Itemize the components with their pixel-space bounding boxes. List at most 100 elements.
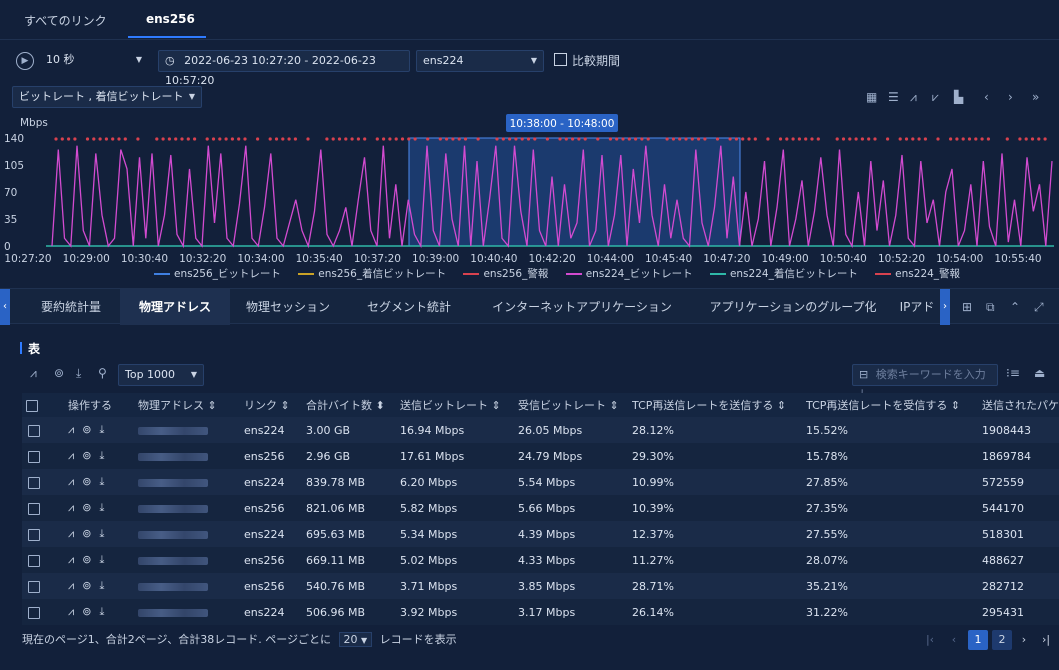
page-size-select[interactable]: 20 ▼ (338, 632, 373, 647)
row-checkbox[interactable] (28, 554, 40, 567)
bar-chart-icon[interactable]: ▙ (954, 90, 963, 104)
legend-item[interactable]: ens224_ビットレート (565, 266, 693, 281)
search-target-icon[interactable]: ⊚ (82, 475, 91, 488)
collapse-icon[interactable]: » (1032, 90, 1039, 104)
download-icon[interactable]: ⤓ (99, 501, 104, 514)
compare-checkbox[interactable] (554, 53, 567, 66)
table-row[interactable]: ⩘ ⊚ ⤓ ens256 821.06 MB 5.82 Mbps 5.66 Mbps 10.3… (22, 495, 1059, 521)
download-icon[interactable]: ⤓ (99, 553, 104, 566)
legend-item[interactable]: ens256_ビットレート (154, 266, 281, 281)
table-row[interactable]: ⩘ ⊚ ⤓ ens224 695.63 MB 5.34 Mbps 4.39 Mbps 12.3… (22, 521, 1059, 547)
next-icon[interactable]: › (1008, 90, 1013, 104)
tab-internet-apps[interactable]: インターネットアプリケーション (472, 289, 692, 325)
table-row[interactable]: ⩘ ⊚ ⤓ ens224 839.78 MB 6.20 Mbps 5.54 Mbps 10.9… (22, 469, 1059, 495)
chart-icon[interactable]: ⩘ (68, 605, 74, 618)
link-select[interactable]: ens224 ▼ (416, 50, 544, 72)
tab-ens256[interactable]: ens256 (146, 12, 195, 26)
chart-icon[interactable]: ⩘ (68, 449, 74, 462)
search-input[interactable]: ⊟ 検索キーワードを入力し (852, 364, 998, 401)
download-icon[interactable]: ⤓ (99, 579, 104, 592)
legend-item[interactable]: ens224_着信ビットレート (709, 266, 858, 281)
chart-icon[interactable]: ⩘ (68, 475, 74, 488)
chart-icon[interactable]: ⩘ (68, 423, 74, 436)
download-icon[interactable]: ⤓ (99, 527, 104, 540)
grid-icon[interactable]: ⊞ (962, 300, 972, 314)
row-checkbox[interactable] (28, 424, 40, 437)
table-row[interactable]: ⩘ ⊚ ⤓ ens256 2.96 GB 17.61 Mbps 24.79 Mbps 29.3… (22, 443, 1059, 469)
legend-item[interactable]: ens256_着信ビットレート (298, 266, 446, 281)
collapse-up-icon[interactable]: ⌃ (1010, 300, 1020, 314)
col-header[interactable]: TCP再送信レートを送信する ⇕ (632, 393, 806, 417)
download-icon[interactable]: ⤓ (99, 423, 104, 436)
download-icon[interactable]: ⤓ (99, 475, 104, 488)
prev-icon[interactable]: ‹ (984, 90, 989, 104)
page-button[interactable]: 1 (968, 630, 988, 650)
time-range-picker[interactable]: ◷ 2022-06-23 10:27:20 - 2022-06-23 10:57… (158, 50, 410, 87)
chart-icon[interactable]: ⩘ (68, 579, 74, 592)
row-checkbox[interactable] (28, 580, 40, 593)
chart-icon[interactable]: ⩘ (68, 527, 74, 540)
search-icon[interactable]: ⚲ (98, 366, 107, 380)
chart-icon[interactable]: ⩘ (68, 501, 74, 514)
tab-ip-address[interactable]: IPアド (894, 289, 940, 325)
row-checkbox[interactable] (28, 476, 40, 489)
tab-app-grouping[interactable]: アプリケーションのグループ化 (692, 289, 894, 325)
chevron-left-icon[interactable]: ‹ (0, 289, 10, 325)
tab-segment-stats[interactable]: セグメント統計 (346, 289, 472, 325)
tab-physical-address[interactable]: 物理アドレス (120, 289, 230, 325)
interval-select[interactable]: 10 秒 ▼ (40, 50, 148, 72)
chevron-right-icon[interactable]: › (940, 289, 950, 325)
last-page-icon[interactable]: ›| (1036, 630, 1056, 650)
row-checkbox[interactable] (28, 606, 40, 619)
table-row[interactable]: ⩘ ⊚ ⤓ ens224 506.96 MB 3.92 Mbps 3.17 Mbps 26.1… (22, 599, 1059, 625)
table-row[interactable]: ⩘ ⊚ ⤓ ens224 3.00 GB 16.94 Mbps 26.05 Mbps 28.1… (22, 417, 1059, 443)
download-icon[interactable]: ⤓ (76, 366, 81, 381)
legend-item[interactable]: ens256_警報 (463, 266, 548, 281)
bitrate-chart[interactable]: Mbps 0 35 70 105 140 10:38:00 - 10:48:00 10:27:… (0, 112, 1059, 284)
row-checkbox[interactable] (28, 528, 40, 541)
legend-item[interactable]: ens224_警報 (875, 266, 960, 281)
search-target-icon[interactable]: ⊚ (54, 366, 64, 380)
chart-icon[interactable]: ⩘ (68, 553, 74, 566)
search-target-icon[interactable]: ⊚ (82, 553, 91, 566)
top-n-select[interactable]: Top 1000 ▼ (118, 364, 204, 386)
row-checkbox[interactable] (28, 450, 40, 463)
expand-icon[interactable]: ⤢ (1034, 300, 1044, 315)
export-icon[interactable]: ⏏ (1034, 366, 1045, 380)
col-header[interactable]: 合計バイト数 ⬍ (306, 393, 400, 417)
table-row[interactable]: ⩘ ⊚ ⤓ ens256 540.76 MB 3.71 Mbps 3.85 Mbps 28.7… (22, 573, 1059, 599)
select-all-checkbox[interactable] (26, 399, 38, 412)
metrics-select[interactable]: ビットレート , 着信ビットレート ▼ (12, 86, 202, 108)
search-target-icon[interactable]: ⊚ (82, 449, 91, 462)
list-icon[interactable]: ☰ (888, 90, 899, 104)
tab-all-links[interactable]: すべてのリンク (24, 12, 107, 29)
col-header[interactable]: リンク ⇕ (244, 393, 306, 417)
download-icon[interactable]: ⤓ (99, 449, 104, 462)
search-target-icon[interactable]: ⊚ (82, 527, 91, 540)
row-checkbox[interactable] (28, 502, 40, 515)
chart-icon[interactable]: ⩘ (30, 366, 37, 381)
search-target-icon[interactable]: ⊚ (82, 501, 91, 514)
next-page-icon[interactable]: › (1014, 630, 1034, 650)
table-row[interactable]: ⩘ ⊚ ⤓ ens256 669.11 MB 5.02 Mbps 4.33 Mbps 11.2… (22, 547, 1059, 573)
play-icon[interactable]: ▶ (16, 52, 34, 70)
line-chart-icon[interactable]: ⩘ (910, 90, 917, 105)
download-icon[interactable]: ⤓ (99, 605, 104, 618)
col-header[interactable]: 物理アドレス ⇕ (138, 393, 244, 417)
tab-summary-stats[interactable]: 要約統計量 (22, 289, 120, 325)
chart-type-icon[interactable]: ▦ (866, 90, 877, 104)
search-target-icon[interactable]: ⊚ (82, 579, 91, 592)
tab-physical-session[interactable]: 物理セッション (230, 289, 346, 325)
col-header[interactable]: TCP再送信レートを受信する ⇕ (806, 393, 982, 417)
first-page-icon[interactable]: |‹ (920, 630, 940, 650)
prev-page-icon[interactable]: ‹ (944, 630, 964, 650)
col-header[interactable]: 送信ビットレート ⇕ (400, 393, 518, 417)
columns-icon[interactable]: ⁝≡ (1006, 366, 1020, 380)
col-header[interactable]: 送信されたパケ (982, 393, 1059, 417)
page-button[interactable]: 2 (992, 630, 1012, 650)
search-target-icon[interactable]: ⊚ (82, 605, 91, 618)
area-chart-icon[interactable]: ⩗ (932, 90, 939, 105)
search-target-icon[interactable]: ⊚ (82, 423, 91, 436)
col-header[interactable]: 受信ビットレート ⇕ (518, 393, 632, 417)
window-icon[interactable]: ⧉ (986, 300, 995, 315)
